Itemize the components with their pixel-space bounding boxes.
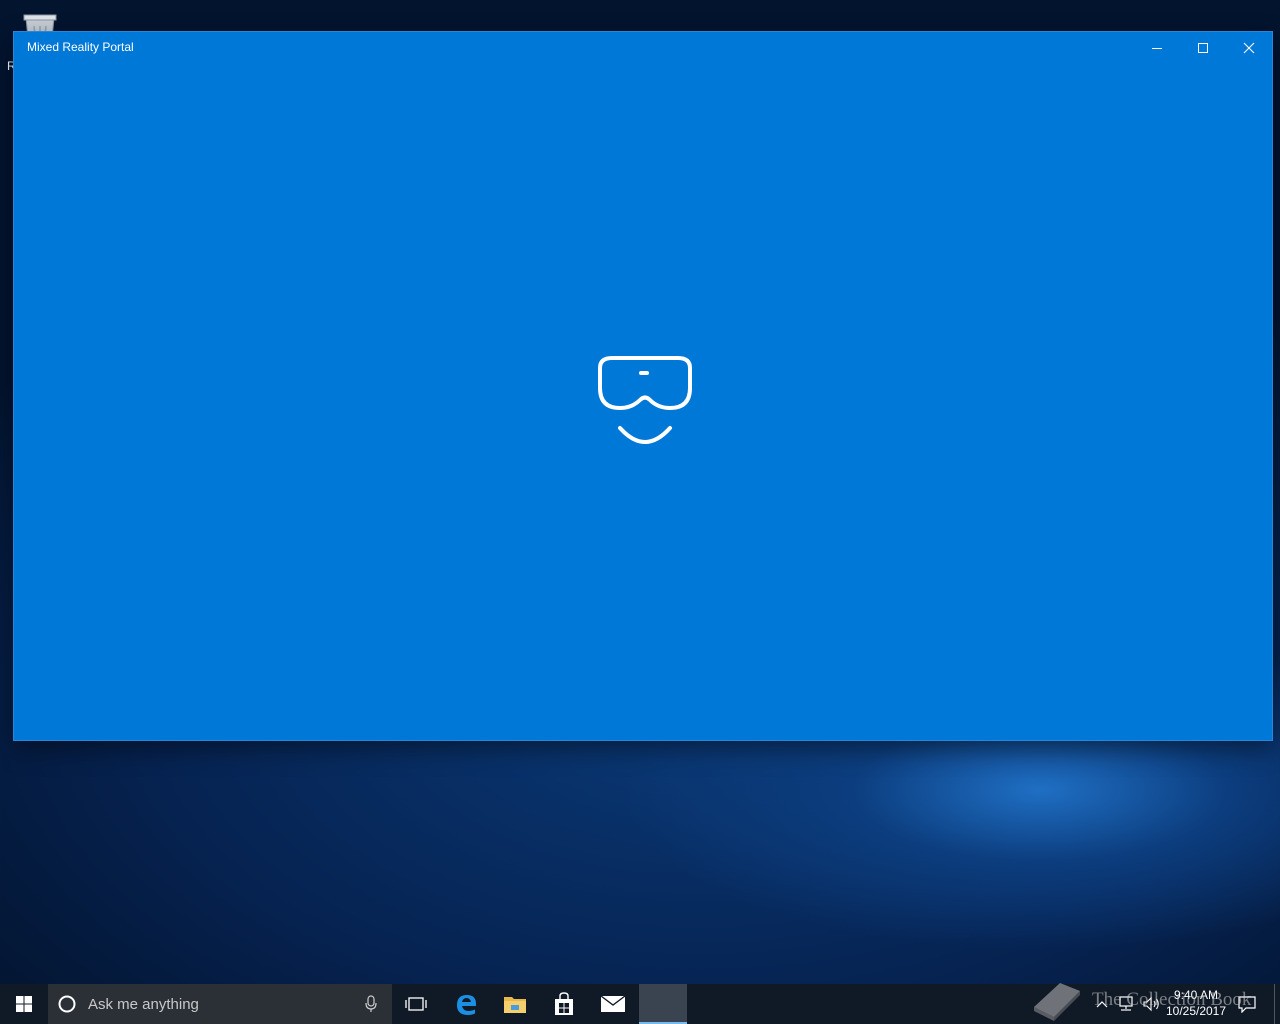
volume-tray-button[interactable] [1140, 984, 1164, 1024]
clock-date: 10/25/2017 [1165, 1004, 1227, 1018]
notification-icon [1238, 996, 1256, 1013]
chevron-up-icon [1096, 1001, 1108, 1008]
close-button[interactable] [1226, 32, 1272, 63]
action-center-button[interactable] [1234, 984, 1260, 1024]
show-desktop-button[interactable] [1274, 984, 1280, 1024]
mixed-reality-headset-icon [598, 356, 692, 444]
minimize-button[interactable] [1134, 32, 1180, 63]
store-taskbar-button[interactable] [540, 984, 588, 1024]
edge-taskbar-button[interactable] [442, 984, 490, 1024]
network-icon [1119, 996, 1133, 1011]
cortana-search-box[interactable]: Ask me anything [48, 984, 392, 1024]
speaker-icon [1143, 996, 1159, 1012]
mixed-reality-portal-window[interactable]: Mixed Reality Portal [14, 32, 1272, 740]
show-hidden-icons-button[interactable] [1092, 984, 1112, 1024]
mail-taskbar-button[interactable] [589, 984, 637, 1024]
search-placeholder: Ask me anything [88, 996, 199, 1013]
network-tray-button[interactable] [1114, 984, 1138, 1024]
mixed-reality-portal-taskbar-button[interactable] [639, 984, 687, 1024]
windows-logo-icon [16, 996, 32, 1012]
title-bar[interactable]: Mixed Reality Portal [14, 32, 1272, 63]
folder-icon [504, 997, 526, 1013]
window-title: Mixed Reality Portal [27, 40, 134, 54]
close-icon [1243, 42, 1255, 53]
task-view-button[interactable] [392, 984, 440, 1024]
system-clock[interactable]: 9:40 AM 10/25/2017 [1162, 987, 1230, 1019]
file-explorer-taskbar-button[interactable] [491, 984, 539, 1024]
maximize-button[interactable] [1180, 32, 1226, 63]
minimize-icon [1152, 47, 1162, 49]
mail-icon [600, 995, 626, 1012]
cortana-icon [58, 995, 76, 1013]
start-button[interactable] [0, 984, 48, 1024]
microphone-icon[interactable] [364, 995, 378, 1013]
maximize-icon [1198, 42, 1208, 53]
store-bag-icon [555, 992, 573, 1015]
taskbar: Ask me anything 9:40 AM 10/25/2017 [0, 984, 1280, 1024]
edge-icon [457, 995, 476, 1015]
task-view-icon [405, 997, 427, 1011]
clock-time: 9:40 AM [1173, 988, 1219, 1002]
